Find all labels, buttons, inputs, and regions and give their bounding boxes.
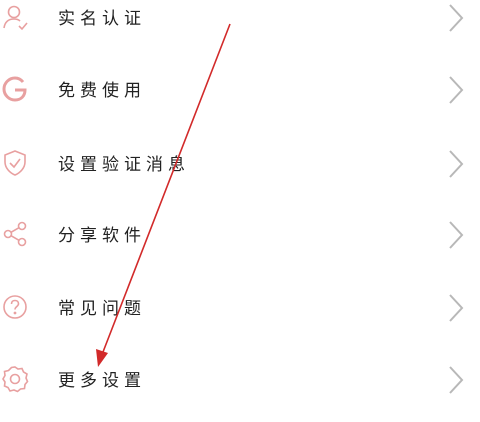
gear-icon	[0, 364, 30, 394]
menu-item-verification-message[interactable]: 设置验证消息	[0, 134, 480, 194]
menu-item-share-software[interactable]: 分享软件	[0, 205, 480, 265]
chevron-right-icon	[446, 74, 466, 106]
settings-menu: 实名认证 免费使用 设置验证消息 分享软件 常见问题 更多设置	[0, 0, 480, 422]
question-circle-icon	[0, 292, 30, 322]
menu-item-label: 分享软件	[58, 226, 146, 246]
user-check-icon	[0, 2, 30, 32]
menu-item-faq[interactable]: 常见问题	[0, 278, 480, 338]
menu-item-label: 更多设置	[58, 371, 146, 391]
g-logo-icon	[0, 74, 30, 104]
menu-item-more-settings[interactable]: 更多设置	[0, 350, 480, 410]
menu-item-free-use[interactable]: 免费使用	[0, 60, 480, 120]
menu-item-label: 常见问题	[58, 299, 146, 319]
share-icon	[0, 219, 30, 249]
menu-item-label: 实名认证	[58, 9, 146, 29]
menu-item-label: 设置验证消息	[58, 155, 190, 175]
menu-item-real-name-verification[interactable]: 实名认证	[0, 0, 480, 48]
chevron-right-icon	[446, 148, 466, 180]
chevron-right-icon	[446, 364, 466, 396]
chevron-right-icon	[446, 2, 466, 34]
chevron-right-icon	[446, 292, 466, 324]
menu-item-label: 免费使用	[58, 81, 146, 101]
chevron-right-icon	[446, 219, 466, 251]
shield-check-icon	[0, 148, 30, 178]
